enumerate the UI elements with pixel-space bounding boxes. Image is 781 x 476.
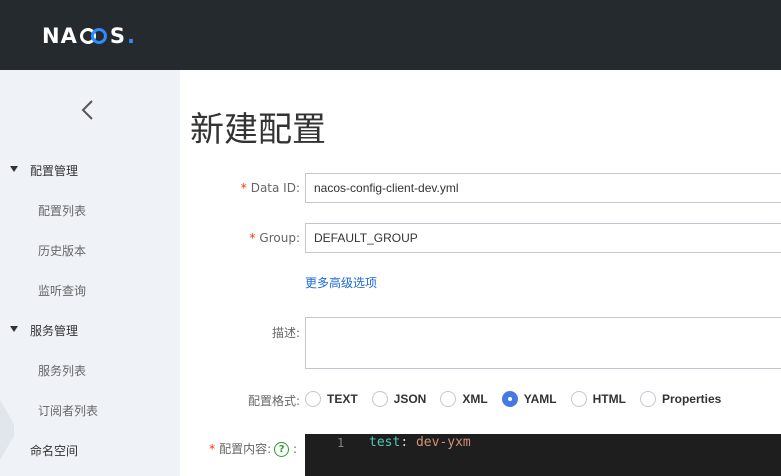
nav-group-label: 配置管理 xyxy=(30,163,79,178)
editor-gutter: 1 xyxy=(305,434,355,476)
description-label: 描述: xyxy=(271,326,300,340)
label-colon: : xyxy=(292,442,297,456)
page-title: 新建配置 xyxy=(190,110,326,150)
required-mark: * xyxy=(209,442,216,456)
radio-label: XML xyxy=(462,392,488,406)
line-number: 1 xyxy=(337,436,345,450)
advanced-options-link[interactable]: 更多高级选项 xyxy=(305,274,377,291)
nacos-logo[interactable]: NA S . xyxy=(42,23,136,49)
data-id-input[interactable]: nacos-config-client-dev.yml xyxy=(305,173,781,203)
code-editor[interactable]: 1 test: dev-yxm xyxy=(305,434,781,476)
caret-down-icon xyxy=(10,166,18,172)
format-radio-html[interactable]: HTML xyxy=(570,391,626,407)
chevron-left-icon xyxy=(81,100,93,120)
radio-circle xyxy=(371,391,388,407)
sidebar-item-label: 监听查询 xyxy=(38,283,87,298)
nav-group-service-management[interactable]: 服务管理 xyxy=(0,310,180,350)
radio-circle xyxy=(440,391,457,407)
group-input[interactable]: DEFAULT_GROUP xyxy=(305,223,781,253)
sidebar-item-label: 配置列表 xyxy=(38,203,87,218)
sidebar-item-config-list[interactable]: 配置列表 xyxy=(0,190,180,230)
logo-rings-icon xyxy=(79,27,109,45)
radio-label: HTML xyxy=(592,392,626,406)
sidebar-item-label: 命名空间 xyxy=(30,443,79,458)
help-icon[interactable]: ? xyxy=(274,442,290,457)
caret-down-icon xyxy=(10,326,18,332)
nav-group-label: 服务管理 xyxy=(30,323,79,338)
sidebar-item-history[interactable]: 历史版本 xyxy=(0,230,180,270)
format-label: 配置格式: xyxy=(247,394,300,408)
logo-dot: . xyxy=(126,24,136,48)
radio-label: TEXT xyxy=(327,392,358,406)
yaml-key: test xyxy=(369,435,401,450)
format-radio-yaml[interactable]: YAML xyxy=(501,391,557,407)
sidebar-item-subscriber-list[interactable]: 订阅者列表 xyxy=(0,390,180,430)
sidebar-item-label: 历史版本 xyxy=(38,243,87,258)
data-id-label: * Data ID: xyxy=(180,181,300,195)
nav-group-config-management[interactable]: 配置管理 xyxy=(0,150,180,190)
logo-text-left: NA xyxy=(42,24,78,48)
format-radio-json[interactable]: JSON xyxy=(371,391,427,407)
yaml-value: dev-yxm xyxy=(415,435,471,450)
radio-circle xyxy=(570,391,587,407)
required-mark: * xyxy=(240,181,247,195)
radio-label: JSON xyxy=(393,392,427,406)
sidebar-item-label: 订阅者列表 xyxy=(38,403,99,418)
format-radio-xml[interactable]: XML xyxy=(440,391,488,407)
sidebar: 配置管理 配置列表 历史版本 监听查询 服务管理 服务列表 订阅者列表 命名空间 xyxy=(0,70,180,476)
sidebar-item-service-list[interactable]: 服务列表 xyxy=(0,350,180,390)
top-navbar: NA S . xyxy=(0,0,781,70)
logo-text-right: S xyxy=(109,24,126,48)
format-radio-properties[interactable]: Properties xyxy=(639,391,722,407)
label-text: Data ID: xyxy=(250,181,300,195)
radio-circle xyxy=(305,391,321,407)
format-radio-group: TEXT JSON XML YAML HTML Properties xyxy=(305,388,735,410)
code-line: test: dev-yxm xyxy=(369,435,471,450)
group-value: DEFAULT_GROUP xyxy=(314,231,418,245)
collapse-sidebar-button[interactable] xyxy=(78,98,98,122)
label-text: Group: xyxy=(259,231,300,245)
label-text: 配置内容: xyxy=(219,442,272,456)
required-mark: * xyxy=(249,231,256,245)
radio-label: Properties xyxy=(661,392,722,406)
sidebar-item-label: 服务列表 xyxy=(38,363,87,378)
format-radio-text[interactable]: TEXT xyxy=(305,391,358,407)
content-label: * 配置内容:? : xyxy=(180,440,297,457)
group-label: * Group: xyxy=(180,231,300,245)
description-textarea[interactable] xyxy=(305,317,781,369)
sidebar-item-namespace[interactable]: 命名空间 xyxy=(0,430,180,470)
radio-circle xyxy=(639,391,656,407)
radio-label: YAML xyxy=(523,392,557,406)
data-id-value: nacos-config-client-dev.yml xyxy=(314,181,459,195)
main-content: 新建配置 * Data ID: nacos-config-client-dev.y… xyxy=(180,70,781,476)
sidebar-item-listener-query[interactable]: 监听查询 xyxy=(0,270,180,310)
yaml-separator: : xyxy=(400,435,416,450)
radio-circle-checked xyxy=(501,391,518,407)
